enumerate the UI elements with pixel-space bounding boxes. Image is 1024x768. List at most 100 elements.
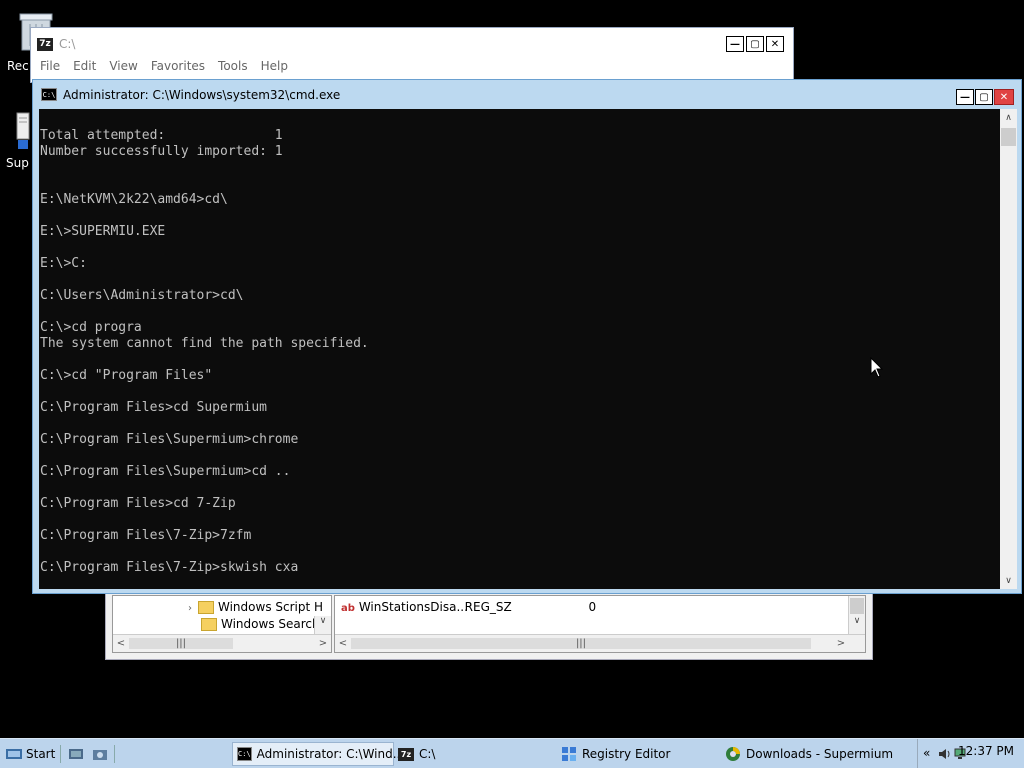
value-name: WinStationsDisa... [358,600,468,614]
mouse-cursor-icon [870,357,884,378]
quicklaunch-show-desktop[interactable] [68,742,84,766]
taskbar-separator [60,745,61,763]
quicklaunch-app[interactable] [92,742,108,766]
taskbar-item-registry-editor[interactable]: Registry Editor [561,742,670,766]
values-hscroll[interactable]: < ||| > [335,634,865,652]
menu-tools[interactable]: Tools [218,59,248,73]
close-button[interactable]: ✕ [994,89,1014,105]
taskbar-item-7zip[interactable]: 7z C:\ [398,742,435,766]
taskbar: Start C:\ Administrator: C:\Wind... 7z C… [0,738,1024,768]
tree-vscroll[interactable]: ∨ [314,616,331,634]
7zip-icon: 7z [398,747,414,761]
scroll-left-arrow[interactable]: < [335,638,351,649]
cmd-window-controls: — ▢ ✕ [956,89,1014,105]
close-button[interactable]: ✕ [766,36,784,52]
console-output: Total attempted: 1 Number successfully i… [40,112,369,576]
chevron-down-icon[interactable]: ∨ [849,616,865,626]
chevron-down-icon[interactable]: ∨ [315,616,331,626]
menu-edit[interactable]: Edit [73,59,96,73]
console-line: E:\>SUPERMIU.EXE [40,224,166,239]
cmd-vertical-scrollbar[interactable]: ∧ ∨ [1000,109,1017,589]
7zip-title-bar[interactable]: 7z C:\ [31,28,793,60]
scroll-right-arrow[interactable]: > [833,638,849,649]
show-hidden-icons-chevron-icon[interactable]: « [923,746,930,760]
cmd-window[interactable]: C:\ Administrator: C:\Windows\system32\c… [32,79,1022,594]
menu-file[interactable]: File [40,59,60,73]
registry-values-pane[interactable]: ab WinStationsDisa... REG_SZ 0 ∨ < ||| > [334,595,866,653]
taskbar-item-cmd[interactable]: C:\ Administrator: C:\Wind... [232,742,404,766]
7zip-icon: 7z [37,37,53,51]
console-line: C:\Program Files\Supermium>chrome [40,432,299,447]
scroll-up-arrow[interactable]: ∧ [1000,109,1017,126]
console-area[interactable]: Total attempted: 1 Number successfully i… [39,109,1000,589]
value-type: REG_SZ [464,600,512,614]
tree-item[interactable]: › Windows Script H [188,600,323,614]
table-row[interactable]: ab WinStationsDisa... REG_SZ 0 [341,600,821,614]
system-tray: « 12:37 PM [917,739,1024,768]
cmd-icon: C:\ [237,747,252,761]
console-line: C:\Program Files\7-Zip>7zfm [40,528,252,543]
cmd-title-bar[interactable]: C:\ Administrator: C:\Windows\system32\c… [33,80,1021,109]
console-line: E:\>C: [40,256,87,271]
taskbar-item-label: C:\ [419,747,436,761]
show-desktop-icon [69,749,83,759]
menu-help[interactable]: Help [261,59,288,73]
menu-favorites[interactable]: Favorites [151,59,205,73]
scroll-thumb[interactable] [1001,128,1016,146]
registry-editor-icon [562,747,576,761]
folder-icon [201,618,217,631]
taskbar-item-label: Downloads - Supermium [746,747,894,761]
minimize-button[interactable]: — [726,36,744,52]
cmd-icon: C:\ [41,88,57,101]
scroll-thumb[interactable]: ||| [129,638,233,649]
volume-icon[interactable] [938,747,952,761]
registry-tree-pane[interactable]: › Windows Script H Windows Search ∨ < |||… [112,595,332,653]
taskbar-item-label: Registry Editor [582,747,671,761]
scroll-right-arrow[interactable]: > [315,638,331,649]
taskbar-item-supermium[interactable]: Downloads - Supermium [725,742,893,766]
7zip-window-title: C:\ [59,37,76,51]
tree-hscroll[interactable]: < ||| > [113,634,331,652]
clock[interactable]: 12:37 PM [958,744,1014,758]
shortcut-icon [16,112,30,149]
console-line: Number successfully imported: 1 [40,144,283,159]
scroll-thumb[interactable]: ||| [351,638,811,649]
console-line: C:\>cd "Program Files" [40,368,213,383]
7zip-window-controls: — ▢ ✕ [726,36,784,52]
desktop-icon-label: Sup [6,156,29,170]
desktop-icon-label: Rec [7,59,29,73]
string-value-icon: ab [341,603,355,614]
maximize-button[interactable]: ▢ [746,36,764,52]
cmd-window-title: Administrator: C:\Windows\system32\cmd.e… [63,87,341,102]
start-icon [6,749,22,759]
console-line: The system cannot find the path specifie… [40,336,369,351]
7zip-file-manager-window[interactable]: 7z C:\ — ▢ ✕ File Edit View Favorites To… [30,27,794,83]
tree-item-label: Windows Search [221,617,320,631]
scroll-thumb[interactable] [850,598,864,614]
console-line: C:\Program Files\Supermium>cd .. [40,464,291,479]
console-line: Total attempted: 1 [40,128,283,143]
maximize-button[interactable]: ▢ [975,89,993,105]
7zip-menu-bar: File Edit View Favorites Tools Help [40,59,301,73]
console-line: E:\NetKVM\2k22\amd64>cd\ [40,192,228,207]
minimize-button[interactable]: — [956,89,974,105]
start-label: Start [26,747,56,761]
tree-item-label: Windows Script H [218,600,324,614]
console-line: C:\Users\Administrator>cd\ [40,288,244,303]
console-line: C:\>cd progra [40,320,142,335]
start-button[interactable]: Start [6,742,55,766]
scroll-down-arrow[interactable]: ∨ [1000,572,1017,589]
scroll-left-arrow[interactable]: < [113,638,129,649]
folder-icon [198,601,214,614]
console-line: C:\Program Files>cd Supermium [40,400,267,415]
taskbar-item-label: Administrator: C:\Wind... [256,747,405,761]
values-vscroll[interactable]: ∨ [848,596,865,634]
value-data: 0 [588,600,597,614]
chevron-right-icon: › [188,603,192,614]
registry-editor-window[interactable]: › Windows Script H Windows Search ∨ < |||… [105,590,873,660]
console-line: C:\Program Files\7-Zip>skwish cxa [40,560,299,575]
tree-item[interactable]: Windows Search [201,617,320,631]
menu-view[interactable]: View [109,59,137,73]
supermium-icon [726,747,740,761]
console-line: C:\Program Files>cd 7-Zip [40,496,236,511]
